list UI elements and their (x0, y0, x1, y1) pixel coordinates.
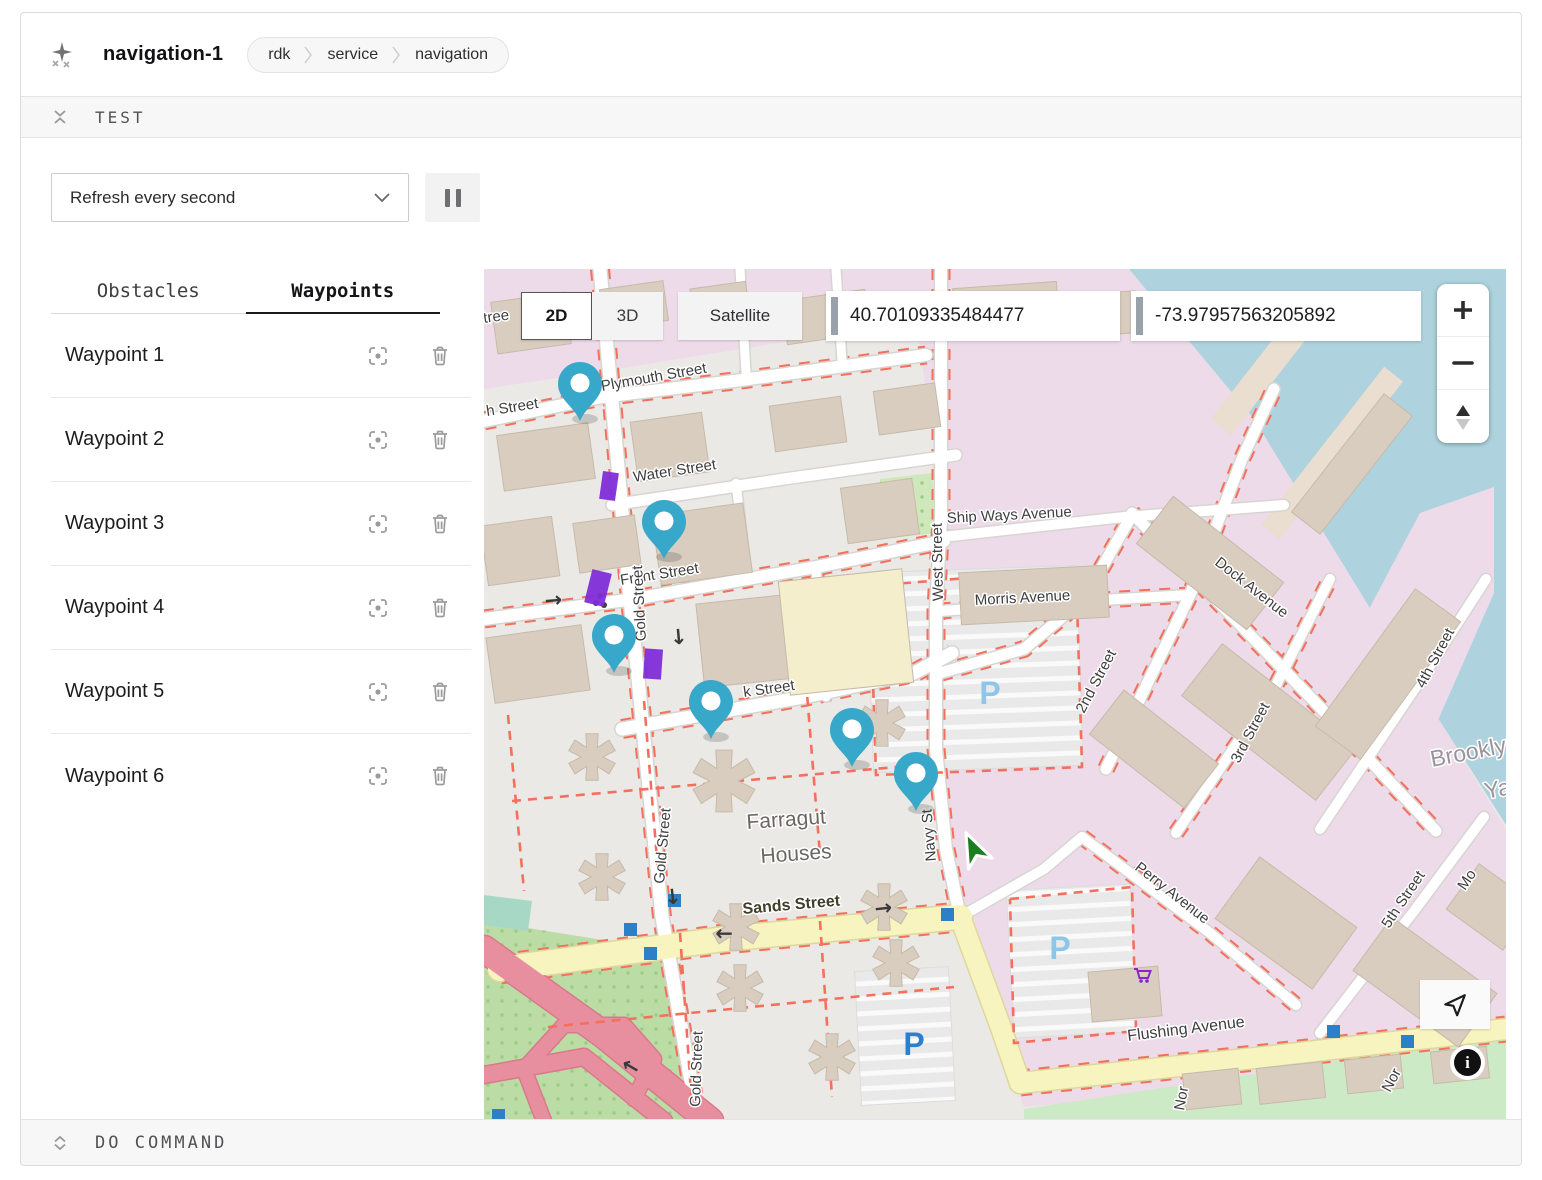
card-header: navigation-1 rdk service navigation (21, 13, 1521, 96)
focus-waypoint-button[interactable] (365, 343, 391, 369)
compass-reset-button[interactable] (1437, 390, 1489, 443)
pause-icon (445, 189, 450, 207)
parking-icon: P (903, 1026, 924, 1062)
waypoint-label: Waypoint 6 (65, 765, 365, 788)
delete-waypoint-button[interactable] (427, 679, 453, 705)
chevron-right-icon (304, 46, 313, 64)
test-section-header[interactable]: TEST (21, 96, 1521, 138)
chevron-down-icon (374, 193, 390, 202)
latitude-field (826, 291, 1120, 341)
do-command-section-header[interactable]: DO COMMAND (21, 1119, 1521, 1165)
test-section-label: TEST (95, 108, 146, 127)
obstacle-marker[interactable] (643, 648, 663, 679)
parking-icon: P (979, 675, 1000, 711)
map-container: treeh StreetPlymouth StreetWater StreetF… (484, 269, 1506, 1121)
waypoint-row: Waypoint 2 (51, 398, 471, 482)
zoom-out-button[interactable] (1437, 337, 1489, 390)
oneway-arrow-icon: → (544, 587, 564, 612)
focus-waypoint-button[interactable] (365, 427, 391, 453)
expand-icon[interactable] (51, 1134, 69, 1152)
parking-icon: P (1049, 930, 1070, 966)
street-label: Gold Street (687, 1030, 707, 1107)
breadcrumb-item-navigation: navigation (415, 46, 488, 64)
breadcrumb-item-service: service (327, 46, 378, 64)
oneway-arrow-icon: → (873, 895, 893, 921)
locate-robot-button[interactable] (1420, 980, 1490, 1029)
waypoint-row: Waypoint 3 (51, 482, 471, 566)
refresh-rate-value: Refresh every second (70, 188, 235, 208)
zoom-in-button[interactable] (1437, 284, 1489, 337)
trash-icon (428, 596, 452, 620)
breadcrumb: rdk service navigation (247, 37, 509, 73)
focus-icon (366, 596, 390, 620)
info-icon: i (1454, 1049, 1481, 1076)
waypoint-row: Waypoint 5 (51, 650, 471, 734)
chevron-right-icon (392, 46, 401, 64)
navigation-arrow-icon (1442, 992, 1468, 1018)
navigation-card: navigation-1 rdk service navigation TEST… (20, 12, 1522, 1166)
collapse-icon[interactable] (51, 108, 69, 126)
waypoint-label: Waypoint 2 (65, 428, 365, 451)
page-title: navigation-1 (103, 43, 223, 66)
trash-icon (428, 428, 452, 452)
map-satellite-button[interactable]: Satellite (678, 292, 802, 340)
street-label: West Street (929, 522, 947, 601)
focus-waypoint-button[interactable] (365, 763, 391, 789)
markers-panel: Obstacles Waypoints Waypoint 1 Waypoint … (51, 269, 471, 818)
oneway-arrow-icon: → (666, 627, 691, 647)
waypoint-label: Waypoint 5 (65, 680, 365, 703)
navigation-service-icon (49, 40, 79, 70)
focus-icon (366, 512, 390, 536)
trash-icon (428, 680, 452, 704)
delete-waypoint-button[interactable] (427, 595, 453, 621)
oneway-arrow-icon: → (715, 922, 733, 946)
waypoint-label: Waypoint 1 (65, 344, 365, 367)
plus-icon (1451, 298, 1475, 322)
pause-icon (456, 189, 461, 207)
minus-icon (1451, 351, 1475, 375)
map-attribution-button[interactable]: i (1450, 1045, 1485, 1080)
pause-button[interactable] (425, 173, 480, 222)
map-mode-3d-button[interactable]: 3D (592, 292, 663, 340)
trash-icon (428, 344, 452, 368)
oneway-arrow-icon: → (660, 886, 686, 906)
waypoint-label: Waypoint 4 (65, 596, 365, 619)
marker-tabs: Obstacles Waypoints (51, 269, 440, 314)
drag-handle[interactable] (831, 297, 838, 335)
do-command-label: DO COMMAND (95, 1133, 227, 1153)
focus-waypoint-button[interactable] (365, 679, 391, 705)
drag-handle[interactable] (1136, 297, 1143, 335)
map-zoom-control (1437, 284, 1489, 443)
refresh-rate-select[interactable]: Refresh every second (51, 173, 409, 222)
street-label: tree (484, 307, 510, 327)
trash-icon (428, 764, 452, 788)
map-mode-2d-button[interactable]: 2D (521, 292, 592, 340)
test-section-body: Refresh every second Obstacles Waypoints… (21, 173, 1521, 1121)
trash-icon (428, 512, 452, 536)
waypoint-row: Waypoint 6 (51, 734, 471, 818)
longitude-input[interactable] (1143, 305, 1421, 327)
delete-waypoint-button[interactable] (427, 763, 453, 789)
delete-waypoint-button[interactable] (427, 511, 453, 537)
tab-obstacles[interactable]: Obstacles (51, 269, 246, 314)
focus-icon (366, 764, 390, 788)
latitude-input[interactable] (838, 305, 1120, 327)
breadcrumb-item-rdk: rdk (268, 46, 290, 64)
waypoint-row: Waypoint 4 (51, 566, 471, 650)
waypoint-row: Waypoint 1 (51, 314, 471, 398)
refresh-controls: Refresh every second (51, 173, 1505, 222)
delete-waypoint-button[interactable] (427, 427, 453, 453)
longitude-field (1131, 291, 1421, 341)
focus-icon (366, 428, 390, 452)
focus-icon (366, 680, 390, 704)
focus-waypoint-button[interactable] (365, 511, 391, 537)
delete-waypoint-button[interactable] (427, 343, 453, 369)
map-canvas[interactable]: treeh StreetPlymouth StreetWater StreetF… (484, 269, 1506, 1121)
tab-waypoints[interactable]: Waypoints (246, 269, 441, 314)
focus-waypoint-button[interactable] (365, 595, 391, 621)
focus-icon (366, 344, 390, 368)
waypoint-label: Waypoint 3 (65, 512, 365, 535)
compass-icon (1451, 403, 1475, 431)
